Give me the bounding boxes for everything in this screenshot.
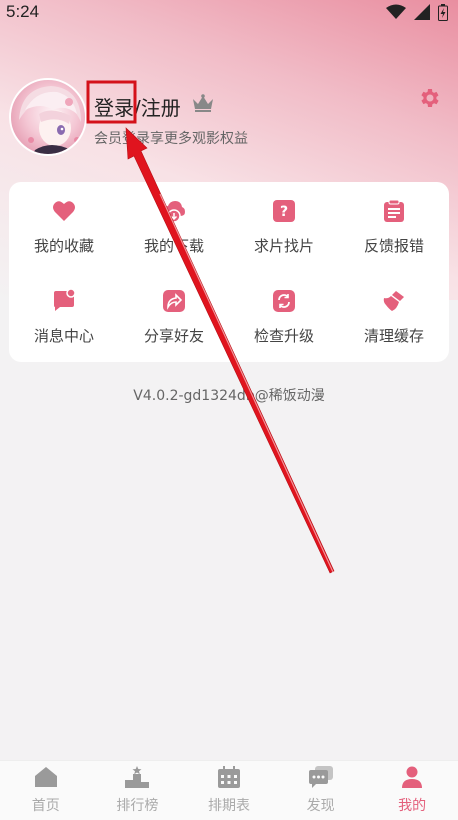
- tab-label: 排期表: [207, 798, 250, 814]
- tab-discover[interactable]: 发现: [276, 766, 366, 815]
- status-bar: 5:24: [0, 0, 458, 24]
- grid-item-label: 求片找片: [253, 236, 314, 255]
- grid-item-label: 消息中心: [33, 326, 94, 345]
- grid-item-label: 检查升级: [253, 326, 314, 345]
- tab-mine[interactable]: 我的: [367, 766, 457, 815]
- grid-item-label: 分享好友: [143, 326, 204, 345]
- svg-text:?: ?: [280, 204, 288, 220]
- download-icon: [162, 199, 186, 223]
- grid-item-update[interactable]: 检查升级: [229, 272, 339, 362]
- feature-grid: 我的收藏 我的下载 ? 求片找片 反馈报错 消息中心 分享好友 检查升级 清理缓…: [9, 182, 449, 362]
- refresh-icon: [272, 289, 296, 313]
- tab-label: 发现: [306, 798, 335, 814]
- battery-icon: [438, 3, 448, 21]
- grid-item-messages[interactable]: 消息中心: [9, 272, 119, 362]
- tab-label: 排行榜: [116, 798, 159, 814]
- share-icon: [162, 289, 186, 313]
- grid-item-label: 我的收藏: [33, 236, 94, 255]
- tab-label: 首页: [31, 798, 60, 814]
- grid-item-share[interactable]: 分享好友: [119, 272, 229, 362]
- version-text: V4.0.2-gd1324db@稀饭动漫: [133, 388, 325, 404]
- tab-schedule[interactable]: 排期表: [184, 766, 274, 815]
- profile-subtitle: 会员登录享更多观影权益: [94, 131, 248, 147]
- question-icon: ?: [272, 199, 296, 223]
- profile-header: 登录/注册 会员登录享更多观影权益: [9, 78, 449, 160]
- gear-icon[interactable]: [417, 86, 441, 114]
- grid-item-label: 我的下载: [143, 236, 204, 255]
- status-time: 5:24: [6, 2, 40, 21]
- login-register-link[interactable]: 登录/注册: [94, 92, 181, 121]
- grid-item-request[interactable]: ? 求片找片: [229, 182, 339, 272]
- ranking-icon: [124, 766, 150, 792]
- grid-item-label: 反馈报错: [363, 236, 424, 255]
- grid-item-favorites[interactable]: 我的收藏: [9, 182, 119, 272]
- crown-icon: [192, 94, 214, 116]
- signal-icon: [414, 4, 430, 20]
- grid-item-label: 清理缓存: [363, 326, 424, 345]
- bottom-tab-bar: 首页 排行榜 排期表 发现 我的: [0, 760, 458, 820]
- home-icon: [33, 766, 59, 792]
- status-icons: [386, 3, 448, 21]
- calendar-icon: [217, 766, 241, 792]
- profile-icon: [400, 766, 424, 792]
- clipboard-icon: [382, 199, 406, 223]
- broom-icon: [382, 289, 406, 313]
- grid-item-feedback[interactable]: 反馈报错: [339, 182, 449, 272]
- tab-ranking[interactable]: 排行榜: [92, 766, 182, 815]
- grid-item-downloads[interactable]: 我的下载: [119, 182, 229, 272]
- tab-home[interactable]: 首页: [1, 766, 91, 815]
- discover-icon: [308, 766, 334, 792]
- message-icon: [52, 288, 76, 313]
- avatar[interactable]: [9, 78, 87, 156]
- tab-label: 我的: [398, 798, 427, 814]
- grid-item-clear-cache[interactable]: 清理缓存: [339, 272, 449, 362]
- heart-icon: [52, 199, 76, 223]
- wifi-icon: [386, 4, 406, 20]
